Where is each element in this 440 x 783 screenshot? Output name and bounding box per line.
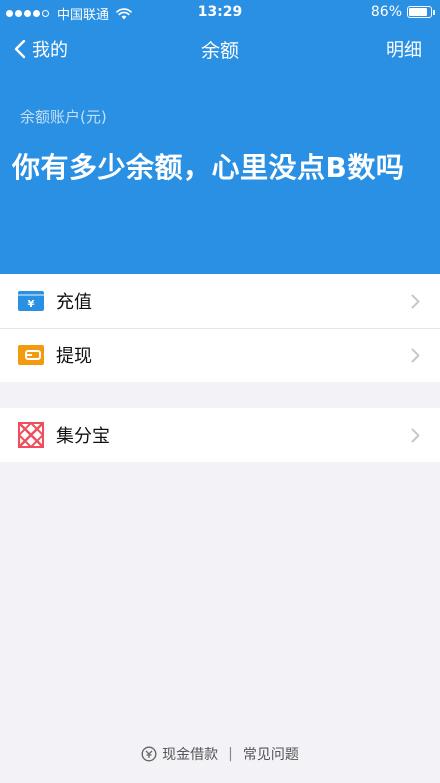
balance-header: 中国联通 13:29 86% 我的 余额 明细 余额账户(元) 你有多少余额，心…	[0, 0, 440, 274]
chevron-right-icon	[411, 348, 420, 362]
footer-separator: |	[228, 746, 233, 762]
status-right: 86%	[370, 4, 435, 20]
cash-loan-link[interactable]: 现金借款	[141, 744, 218, 764]
status-bar: 中国联通 13:29 86%	[0, 0, 440, 26]
back-label: 我的	[32, 40, 68, 61]
svg-text:¥: ¥	[28, 299, 35, 310]
cash-loan-icon	[141, 746, 157, 762]
balance-caption: 余额账户(元)	[20, 108, 107, 126]
withdraw-label: 提现	[56, 346, 92, 367]
recharge-label: 充值	[56, 292, 92, 313]
battery-percent: 86%	[370, 4, 402, 20]
services-list: 集分宝	[0, 408, 440, 462]
list-item-recharge[interactable]: ¥ 充值	[0, 274, 440, 328]
balance-actions-list: ¥ 充值 提现	[0, 274, 440, 382]
chevron-right-icon	[411, 428, 420, 442]
faq-link[interactable]: 常见问题	[243, 744, 299, 764]
footer-links: 现金借款 | 常见问题	[0, 744, 440, 764]
wallet-yen-icon: ¥	[18, 288, 44, 314]
list-item-withdraw[interactable]: 提现	[0, 328, 440, 382]
cash-loan-label: 现金借款	[162, 747, 219, 763]
battery-fill	[409, 8, 428, 16]
chevron-left-icon	[14, 39, 26, 59]
balance-amount: 你有多少余额，心里没点B数吗	[12, 151, 405, 184]
detail-button[interactable]: 明细	[386, 36, 422, 62]
back-button[interactable]: 我的	[14, 36, 68, 62]
chevron-right-icon	[411, 294, 420, 308]
navigation-bar: 我的 余额 明细	[0, 26, 440, 72]
wallet-withdraw-icon	[18, 342, 44, 368]
jifenbao-label: 集分宝	[56, 426, 110, 447]
jifenbao-icon	[18, 422, 44, 448]
list-item-jifenbao[interactable]: 集分宝	[0, 408, 440, 462]
battery-icon	[407, 6, 435, 18]
